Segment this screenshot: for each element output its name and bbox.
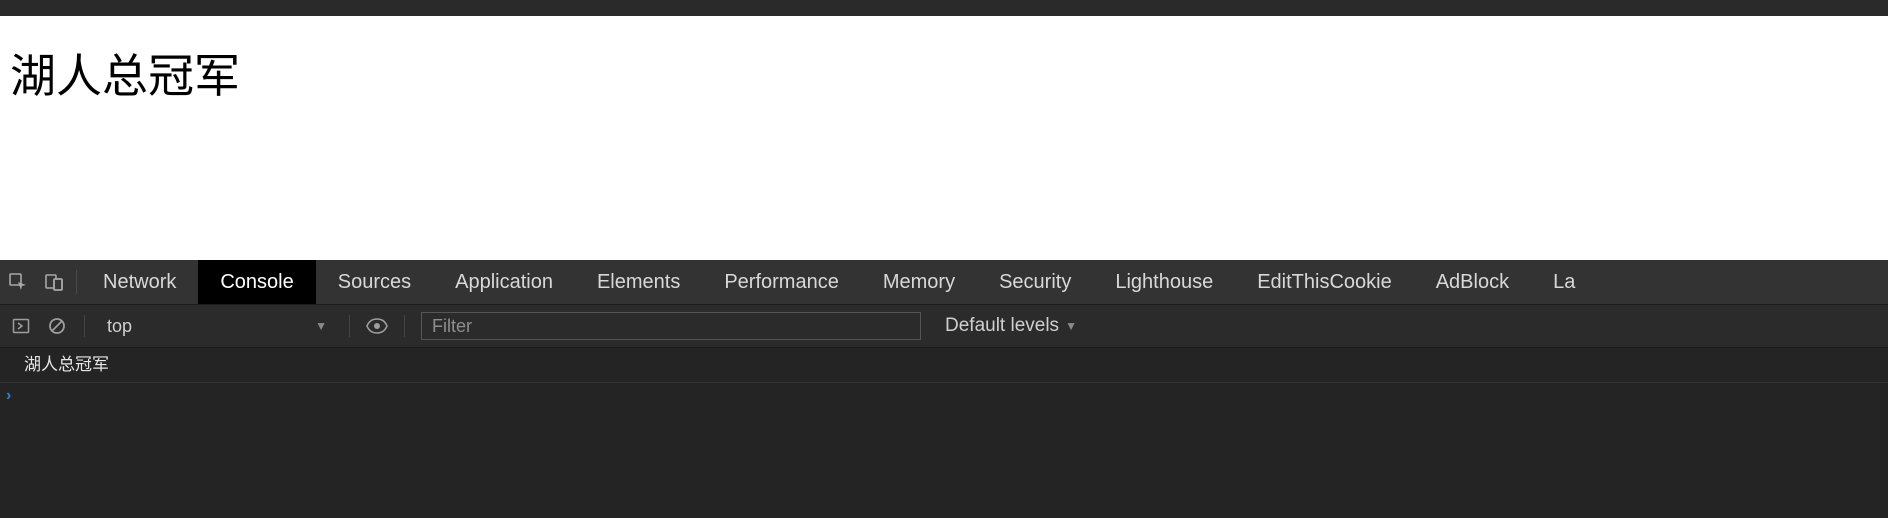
toolbar-separator <box>349 315 350 337</box>
tab-performance[interactable]: Performance <box>702 260 861 304</box>
toolbar-separator <box>84 315 85 337</box>
toggle-console-sidebar-icon[interactable] <box>6 311 36 341</box>
tab-memory[interactable]: Memory <box>861 260 977 304</box>
inspect-element-icon[interactable] <box>0 260 36 304</box>
live-expression-icon[interactable] <box>362 311 392 341</box>
page-heading: 湖人总冠军 <box>10 40 1878 106</box>
console-prompt-row[interactable]: › <box>0 383 1888 409</box>
device-toolbar-icon[interactable] <box>36 260 72 304</box>
chevron-down-icon: ▼ <box>315 319 327 333</box>
page-content-area: 湖人总冠军 <box>0 16 1888 260</box>
log-levels-label: Default levels <box>945 315 1059 337</box>
tab-sources[interactable]: Sources <box>316 260 433 304</box>
clear-console-icon[interactable] <box>42 311 72 341</box>
tab-network[interactable]: Network <box>81 260 198 304</box>
tabstrip-separator <box>76 270 77 294</box>
chevron-down-icon: ▼ <box>1065 319 1077 333</box>
tab-adblock[interactable]: AdBlock <box>1414 260 1531 304</box>
tab-overflow[interactable]: La <box>1531 260 1597 304</box>
toolbar-separator <box>404 315 405 337</box>
console-output: 湖人总冠军 › <box>0 348 1888 518</box>
log-levels-select[interactable]: Default levels ▼ <box>945 315 1077 337</box>
devtools-panel: Network Console Sources Application Elem… <box>0 260 1888 518</box>
tab-editthiscookie[interactable]: EditThisCookie <box>1235 260 1414 304</box>
prompt-chevron-icon: › <box>6 387 17 405</box>
tab-elements[interactable]: Elements <box>575 260 702 304</box>
tab-lighthouse[interactable]: Lighthouse <box>1093 260 1235 304</box>
devtools-tabstrip: Network Console Sources Application Elem… <box>0 260 1888 305</box>
execution-context-label: top <box>107 316 132 337</box>
browser-chrome-top-strip <box>0 0 1888 16</box>
execution-context-select[interactable]: top ▼ <box>97 311 337 341</box>
tab-console[interactable]: Console <box>198 260 315 304</box>
tab-security[interactable]: Security <box>977 260 1093 304</box>
console-toolbar: top ▼ Default levels ▼ <box>0 305 1888 348</box>
console-log-line[interactable]: 湖人总冠军 <box>0 348 1888 383</box>
tab-application[interactable]: Application <box>433 260 575 304</box>
console-filter-input[interactable] <box>421 312 921 340</box>
